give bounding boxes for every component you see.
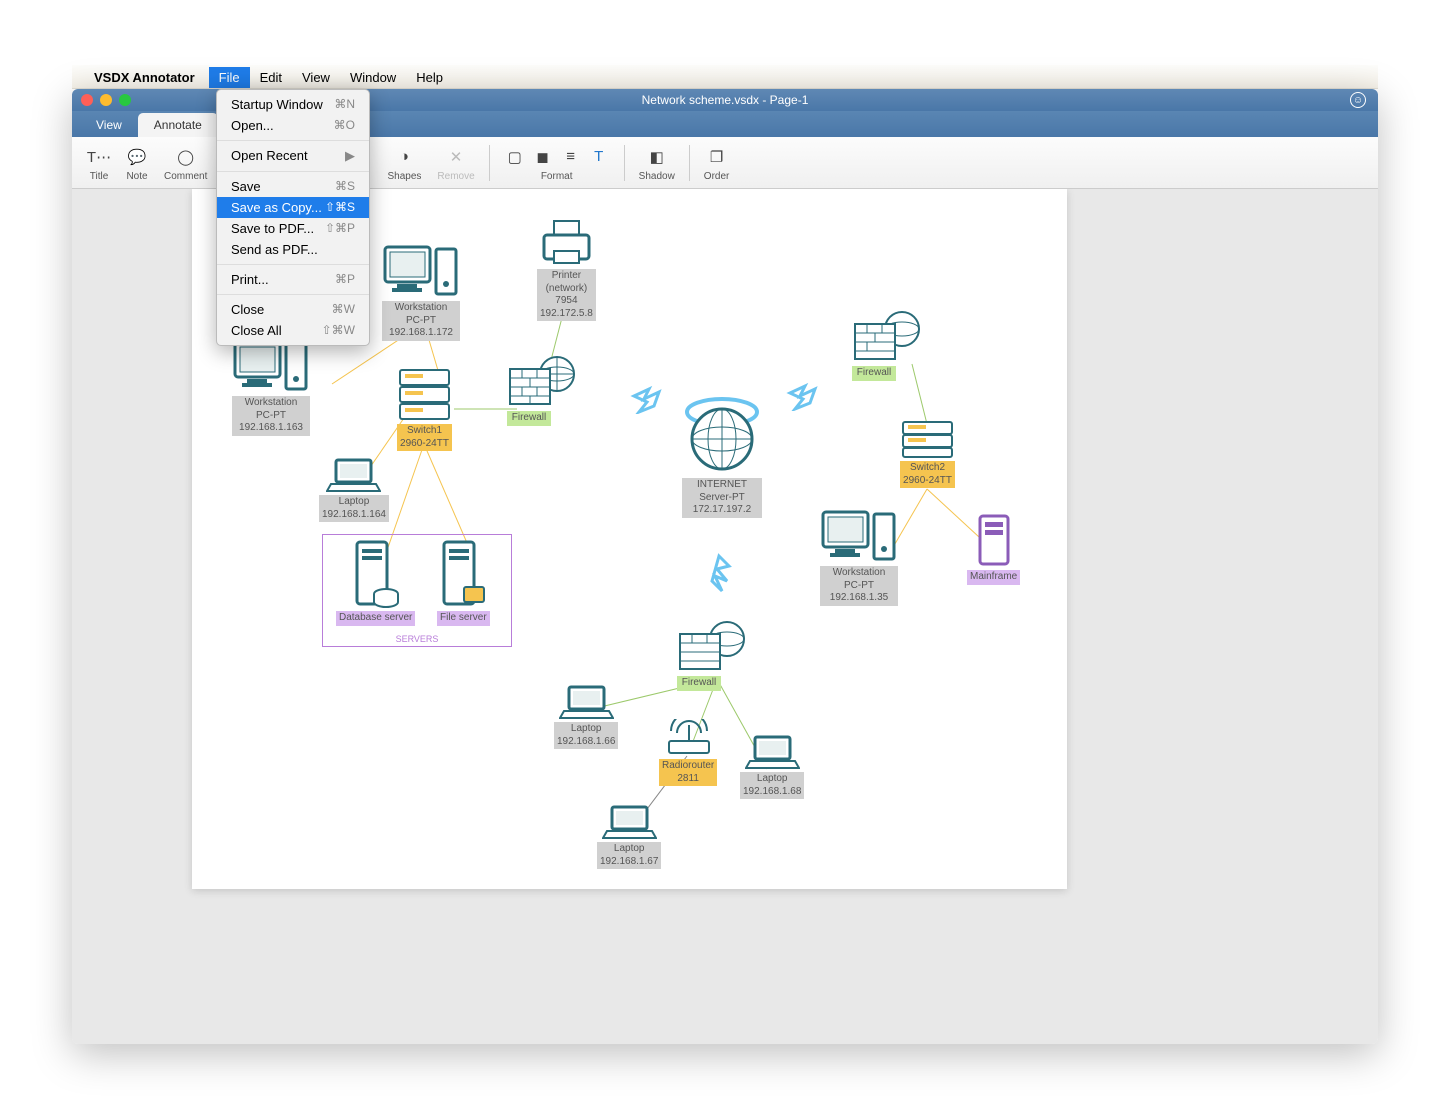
lightning-icon (629, 384, 669, 419)
menu-help[interactable]: Help (406, 67, 453, 88)
firewall-icon (507, 354, 577, 409)
server-icon (351, 539, 401, 609)
title-icon: T⋯ (88, 146, 110, 168)
node-dbserver[interactable]: Database server (336, 539, 415, 626)
laptop-icon (326, 457, 381, 493)
firewall-icon (852, 309, 922, 364)
menu-window[interactable]: Window (340, 67, 406, 88)
node-workstation2[interactable]: WorkstationPC-PT192.168.1.163 (232, 339, 310, 436)
server-icon (438, 539, 488, 609)
divider (489, 145, 490, 181)
switch-icon (397, 367, 452, 422)
node-fileserver[interactable]: File server (437, 539, 490, 626)
node-firewall3[interactable]: Firewall (677, 619, 747, 691)
note-icon: 💬 (126, 146, 148, 168)
remove-icon: ✕ (445, 146, 467, 168)
workstation-icon (820, 509, 898, 564)
window-title: Network scheme.vsdx - Page-1 (642, 93, 809, 107)
tool-comment[interactable]: ◯Comment (158, 144, 213, 182)
menu-edit[interactable]: Edit (250, 67, 292, 88)
menu-save[interactable]: Save⌘S (217, 176, 369, 197)
tab-annotate[interactable]: Annotate (138, 113, 218, 137)
menu-startup-window[interactable]: Startup Window⌘N (217, 94, 369, 115)
globe-icon (682, 394, 762, 476)
workstation-icon (232, 339, 310, 394)
laptop-icon (745, 734, 800, 770)
separator (217, 171, 369, 172)
tool-order[interactable]: ❐Order (698, 144, 736, 182)
chevron-right-icon: ▶ (345, 148, 355, 164)
node-laptop4[interactable]: Laptop192.168.1.68 (740, 734, 804, 799)
app-name[interactable]: VSDX Annotator (94, 70, 195, 85)
node-firewall1[interactable]: Firewall (507, 354, 577, 426)
shadow-icon: ◧ (646, 146, 668, 168)
node-radiorouter[interactable]: Radiorouter2811 (659, 719, 717, 786)
textfill-icon: T (588, 146, 610, 168)
menu-view[interactable]: View (292, 67, 340, 88)
router-icon (661, 719, 716, 757)
laptop-icon (559, 684, 614, 720)
node-laptop1[interactable]: Laptop192.168.1.164 (319, 457, 389, 522)
linew-icon: ≡ (560, 146, 582, 168)
close-icon[interactable] (81, 94, 93, 106)
servers-label: SERVERS (396, 634, 439, 644)
node-internet[interactable]: INTERNETServer-PT172.17.197.2 (682, 394, 762, 518)
node-laptop2[interactable]: Laptop192.168.1.66 (554, 684, 618, 749)
feedback-icon[interactable]: ☺ (1350, 92, 1366, 108)
separator (217, 264, 369, 265)
menu-close-all[interactable]: Close All⇧⌘W (217, 320, 369, 341)
node-mainframe[interactable]: Mainframe (967, 513, 1020, 585)
separator (217, 140, 369, 141)
lightning-icon (785, 381, 825, 416)
minimize-icon[interactable] (100, 94, 112, 106)
tool-remove[interactable]: ✕Remove (431, 144, 480, 182)
tab-view[interactable]: View (80, 113, 138, 137)
node-laptop3[interactable]: Laptop192.168.1.67 (597, 804, 661, 869)
menu-send-as-pdf[interactable]: Send as PDF... (217, 239, 369, 260)
node-printer[interactable]: Printer(network)7954192.172.5.8 (537, 219, 596, 321)
zoom-icon[interactable] (119, 94, 131, 106)
workstation-icon (382, 244, 460, 299)
menu-save-as-copy[interactable]: Save as Copy...⇧⌘S (217, 197, 369, 218)
tool-shapes[interactable]: ◑Shapes (381, 144, 427, 182)
node-switch2[interactable]: Switch22960-24TT (900, 419, 955, 488)
tool-format[interactable]: ▢◼≡TFormat (498, 144, 616, 182)
order-icon: ❐ (706, 146, 728, 168)
tool-note[interactable]: 💬Note (120, 144, 154, 182)
separator (217, 294, 369, 295)
shapes-icon: ◑ (393, 146, 415, 168)
node-workstation3[interactable]: WorkstationPC-PT192.168.1.35 (820, 509, 898, 606)
divider (624, 145, 625, 181)
menu-open[interactable]: Open...⌘O (217, 115, 369, 136)
comment-icon: ◯ (175, 146, 197, 168)
mainframe-icon (976, 513, 1012, 568)
tool-title[interactable]: T⋯Title (82, 144, 116, 182)
lightning-icon (707, 551, 737, 601)
divider (689, 145, 690, 181)
laptop-icon (602, 804, 657, 840)
node-switch1[interactable]: Switch12960-24TT (397, 367, 452, 451)
tool-shadow[interactable]: ◧Shadow (633, 144, 681, 182)
mac-menubar: VSDX Annotator File Edit View Window Hel… (72, 65, 1378, 89)
printer-icon (539, 219, 594, 267)
menu-file[interactable]: File (209, 67, 250, 88)
stroke-icon: ◼ (532, 146, 554, 168)
firewall-icon (677, 619, 747, 674)
node-firewall2[interactable]: Firewall (852, 309, 922, 381)
switch-icon (900, 419, 955, 459)
menu-print[interactable]: Print...⌘P (217, 269, 369, 290)
traffic-lights (81, 94, 131, 106)
fill-icon: ▢ (504, 146, 526, 168)
file-menu-dropdown: Startup Window⌘N Open...⌘O Open Recent▶ … (216, 89, 370, 346)
node-workstation1[interactable]: WorkstationPC-PT192.168.1.172 (382, 244, 460, 341)
menu-close[interactable]: Close⌘W (217, 299, 369, 320)
menu-save-to-pdf[interactable]: Save to PDF...⇧⌘P (217, 218, 369, 239)
menu-open-recent[interactable]: Open Recent▶ (217, 145, 369, 167)
